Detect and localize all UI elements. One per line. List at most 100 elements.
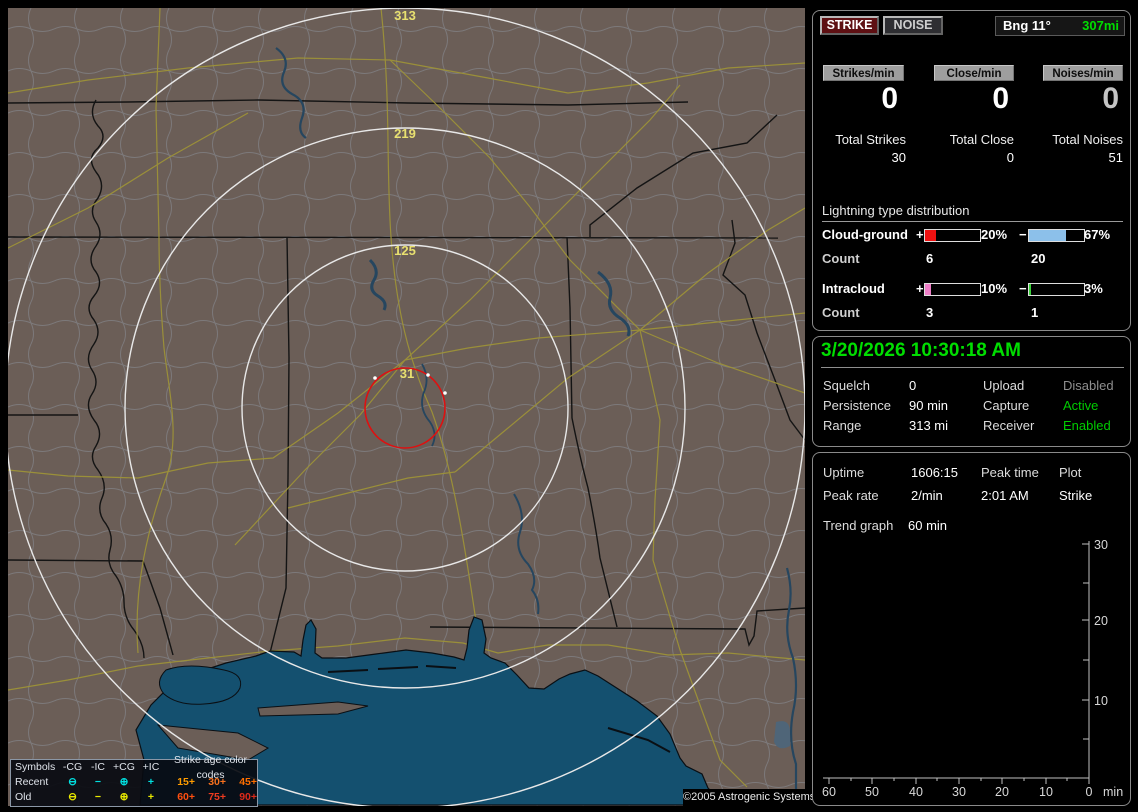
symbols-legend: Symbols -CG -IC +CG +IC Strike age color… (10, 754, 258, 807)
bearing-value: Bng 11° (1003, 18, 1051, 33)
old-neg-ic-icon: − (94, 791, 102, 803)
noise-mode-button[interactable]: NOISE (883, 16, 943, 35)
close-per-min-value: 0 (992, 82, 1009, 115)
y-tick-20: 20 (1094, 614, 1108, 628)
total-noises-label: Total Noises (1052, 132, 1123, 147)
age-45: 45+ (239, 776, 257, 788)
ic-negative-pct: 3% (1084, 281, 1103, 296)
noises-per-min-button[interactable]: Noises/min (1043, 65, 1123, 81)
ic-plus-sign: + (916, 281, 924, 296)
recent-pos-ic-icon: + (147, 776, 155, 788)
cloud-ground-label: Cloud-ground (822, 227, 908, 242)
ic-count-label: Count (822, 305, 860, 320)
distance-value: 307mi (1082, 18, 1119, 33)
map-canvas: 313 219 125 31 (8, 8, 805, 806)
trend-chart: 30 20 10 60 50 40 30 20 10 0 min (822, 538, 1123, 799)
ic-positive-count: 3 (926, 305, 934, 320)
ring-label-313: 313 (394, 8, 416, 23)
cg-negative-pct: 67% (1084, 227, 1111, 242)
intracloud-label: Intracloud (822, 281, 885, 296)
x-tick-60: 60 (822, 785, 836, 799)
old-pos-cg-icon: ⊕ (119, 791, 129, 803)
datetime-divider (821, 367, 1124, 368)
strike-mode-button[interactable]: STRIKE (820, 16, 879, 35)
x-tick-10: 10 (1039, 785, 1053, 799)
radar-map[interactable]: 313 219 125 31 (8, 8, 805, 806)
squelch-label: Squelch (823, 378, 870, 393)
capture-label: Capture (983, 398, 1030, 413)
age-75: 75+ (208, 791, 226, 803)
x-tick-50: 50 (865, 785, 879, 799)
persistence-label: Persistence (823, 398, 891, 413)
persistence-value: 90 min (909, 398, 949, 413)
copyright-notice: ©2005 Astrogenic Systems (683, 789, 815, 806)
close-per-min-button[interactable]: Close/min (934, 65, 1014, 81)
strikes-per-min-value: 0 (881, 82, 898, 115)
status-panel: 3/20/2026 10:30:18 AM Squelch 0 Upload D… (812, 336, 1131, 447)
ic-minus-sign: − (1019, 281, 1027, 296)
total-close-label: Total Close (949, 132, 1014, 147)
legend-neg-ic-label: -IC (91, 761, 105, 773)
recent-neg-ic-icon: − (94, 776, 102, 788)
recent-neg-cg-icon: ⊖ (68, 776, 77, 788)
legend-neg-cg-label: -CG (62, 761, 83, 773)
x-axis-unit: min (1103, 785, 1123, 799)
strikes-per-min-button[interactable]: Strikes/min (823, 65, 904, 81)
upload-status: Disabled (1063, 378, 1114, 393)
total-close-value: 0 (1006, 150, 1014, 165)
noises-per-min-value: 0 (1102, 82, 1119, 115)
ring-label-125: 125 (394, 243, 416, 258)
ic-positive-fill (925, 284, 931, 295)
legend-header-row: Symbols -CG -IC +CG +IC Strike age color… (11, 754, 257, 781)
legend-symbols-label: Symbols (15, 761, 56, 773)
legend-pos-cg-label: +CG (113, 761, 135, 773)
x-tick-40: 40 (909, 785, 923, 799)
cg-negative-bar (1028, 229, 1085, 242)
receiver-label: Receiver (983, 418, 1035, 433)
cg-count-label: Count (822, 251, 860, 266)
y-tick-10: 10 (1094, 694, 1108, 708)
capture-status: Active (1063, 398, 1099, 413)
ic-negative-bar (1028, 283, 1085, 296)
upload-label: Upload (983, 378, 1025, 393)
ring-label-219: 219 (394, 126, 416, 141)
ic-negative-fill (1029, 284, 1031, 295)
cg-positive-count: 6 (926, 251, 934, 266)
legend-old-row: Old ⊖ − ⊕ + 60+ 75+ 90+ (11, 790, 257, 805)
ring-label-31: 31 (400, 366, 414, 381)
x-tick-20: 20 (995, 785, 1009, 799)
stats-trend-panel: Uptime 1606:15 Peak time Plot Peak rate … (812, 452, 1131, 806)
recent-pos-cg-icon: ⊕ (119, 776, 129, 788)
strike-counters-panel: STRIKE NOISE Bng 11° 307mi Strikes/min C… (812, 10, 1131, 331)
x-tick-30: 30 (952, 785, 966, 799)
range-label: Range (823, 418, 862, 433)
trend-axes (823, 541, 1090, 784)
cg-minus-sign: − (1019, 227, 1027, 242)
squelch-value: 0 (909, 378, 917, 393)
legend-old-label: Old (15, 791, 32, 803)
total-noises-value: 51 (1108, 150, 1123, 165)
legend-pos-ic-label: +IC (142, 761, 160, 773)
range-value: 313 mi (909, 418, 949, 433)
total-strikes-value: 30 (891, 150, 906, 165)
ic-positive-pct: 10% (981, 281, 1008, 296)
age-30: 30+ (208, 776, 226, 788)
legend-recent-label: Recent (15, 776, 49, 788)
cg-positive-pct: 20% (981, 227, 1008, 242)
cg-negative-count: 20 (1031, 251, 1046, 266)
y-tick-30: 30 (1094, 538, 1108, 552)
age-15: 15+ (177, 776, 195, 788)
x-tick-0: 0 (1086, 785, 1093, 799)
ic-positive-bar (924, 283, 981, 296)
old-pos-ic-icon: + (147, 791, 155, 803)
cg-positive-fill (925, 230, 936, 241)
bearing-readout: Bng 11° 307mi (995, 16, 1125, 36)
cg-positive-bar (924, 229, 981, 242)
age-60: 60+ (177, 791, 195, 803)
old-neg-cg-icon: ⊖ (68, 791, 77, 803)
total-strikes-label: Total Strikes (835, 132, 906, 147)
receiver-status: Enabled (1063, 418, 1111, 433)
cg-plus-sign: + (916, 227, 924, 242)
age-90: 90+ (239, 791, 257, 803)
legend-recent-row: Recent ⊖ − ⊕ + 15+ 30+ 45+ (11, 775, 257, 790)
